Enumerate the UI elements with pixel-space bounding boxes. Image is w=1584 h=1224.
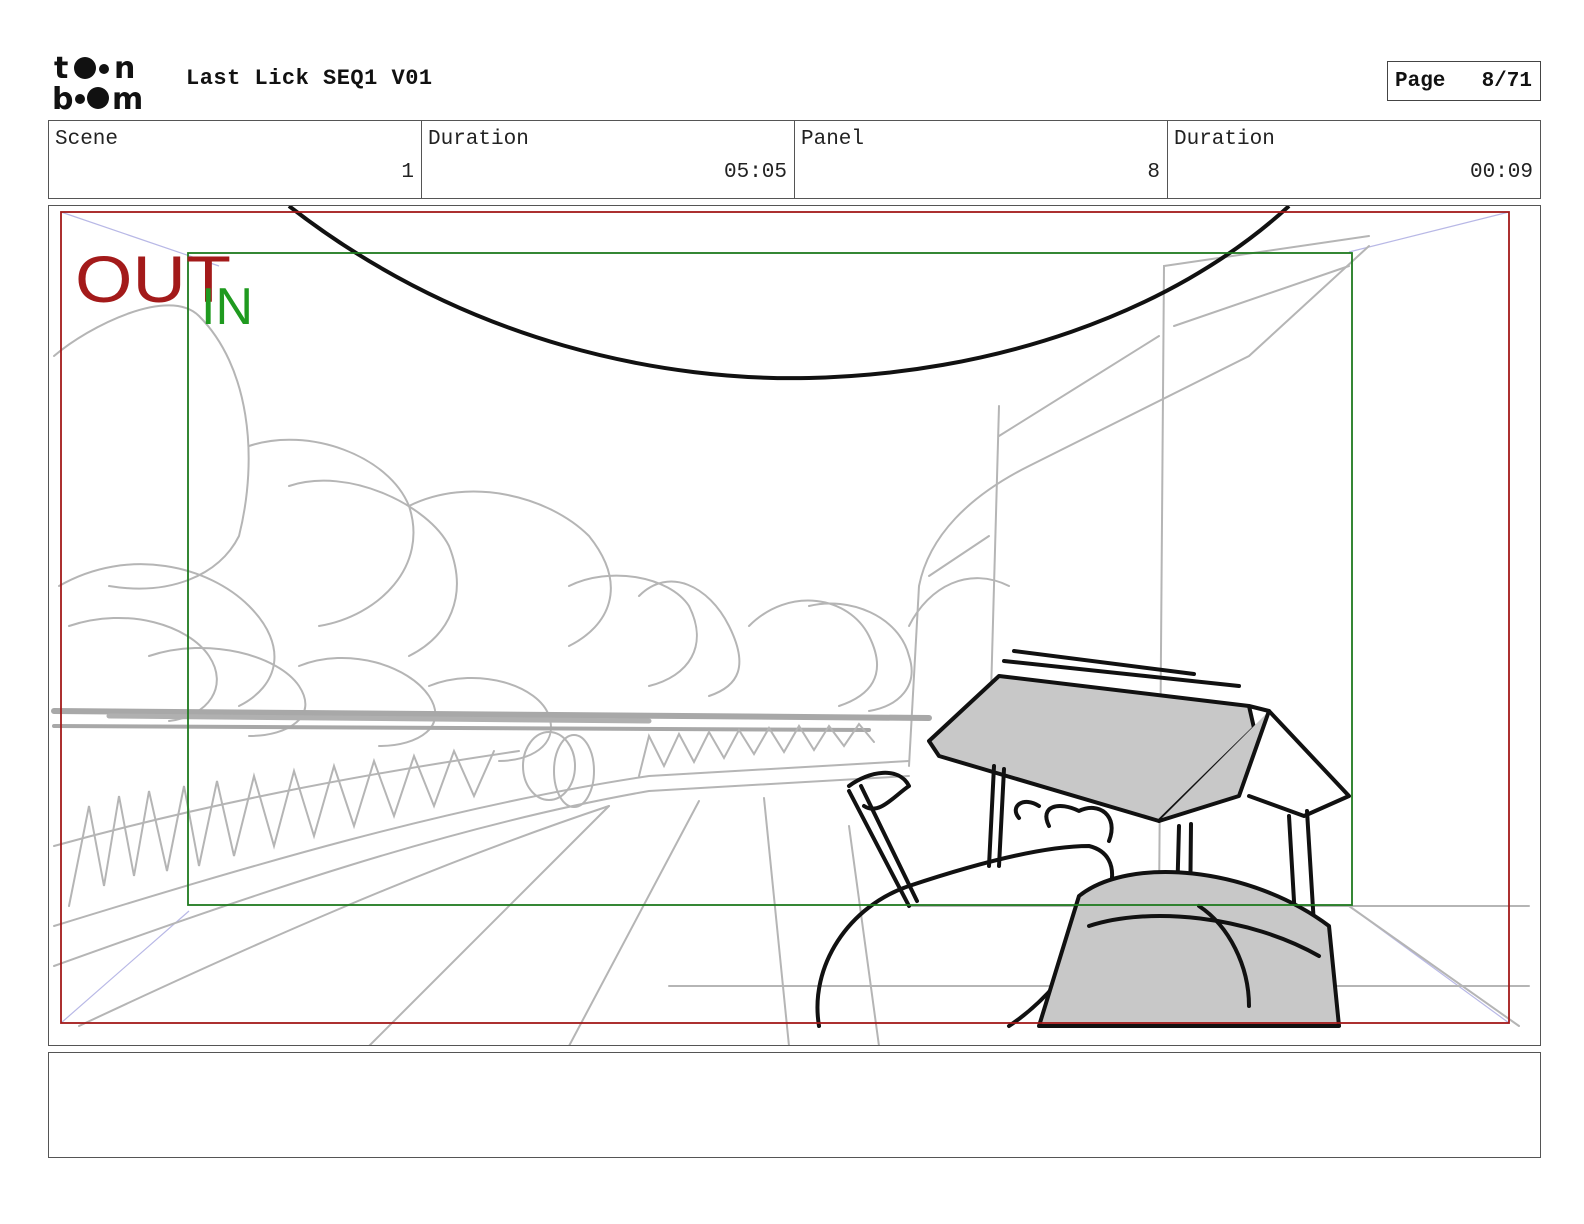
panel-cell: Panel 8	[795, 121, 1168, 198]
scene-value: 1	[401, 161, 414, 184]
panel-value: 8	[1147, 161, 1160, 184]
scene-duration-value: 05:05	[723, 161, 787, 184]
foreground-stall	[815, 649, 1351, 1028]
svg-text:n: n	[114, 52, 135, 86]
panel-label: Panel	[801, 128, 865, 151]
panel-info-row: Scene 1 Duration 05:05 Panel 8 Duration …	[48, 120, 1541, 199]
in-label: IN	[201, 278, 253, 336]
foreground-arc	[287, 206, 1291, 381]
storyboard-panel: OUT IN	[48, 205, 1541, 1046]
panel-duration-value: 00:09	[1469, 161, 1533, 184]
svg-text:b: b	[52, 82, 73, 112]
page-number: 8/71	[1481, 69, 1532, 93]
panel-sketch: OUT IN	[51, 206, 1530, 1045]
panel-notes-box[interactable]	[48, 1052, 1541, 1158]
toon-boom-logo-mark: t n b m	[52, 52, 143, 112]
document-title: Last Lick SEQ1 V01	[186, 66, 433, 91]
svg-text:t: t	[54, 52, 68, 86]
panel-duration-label: Duration	[1174, 128, 1275, 151]
panel-duration-cell: Duration 00:09	[1168, 121, 1540, 198]
page-indicator: Page 8/71	[1387, 61, 1541, 101]
toon-boom-logo: t n b m	[52, 52, 164, 112]
page-label: Page	[1395, 69, 1446, 93]
scene-duration-cell: Duration 05:05	[422, 121, 795, 198]
scene-duration-label: Duration	[428, 128, 529, 151]
scene-label: Scene	[55, 128, 119, 151]
svg-text:m: m	[112, 82, 143, 112]
scene-cell: Scene 1	[49, 121, 422, 198]
